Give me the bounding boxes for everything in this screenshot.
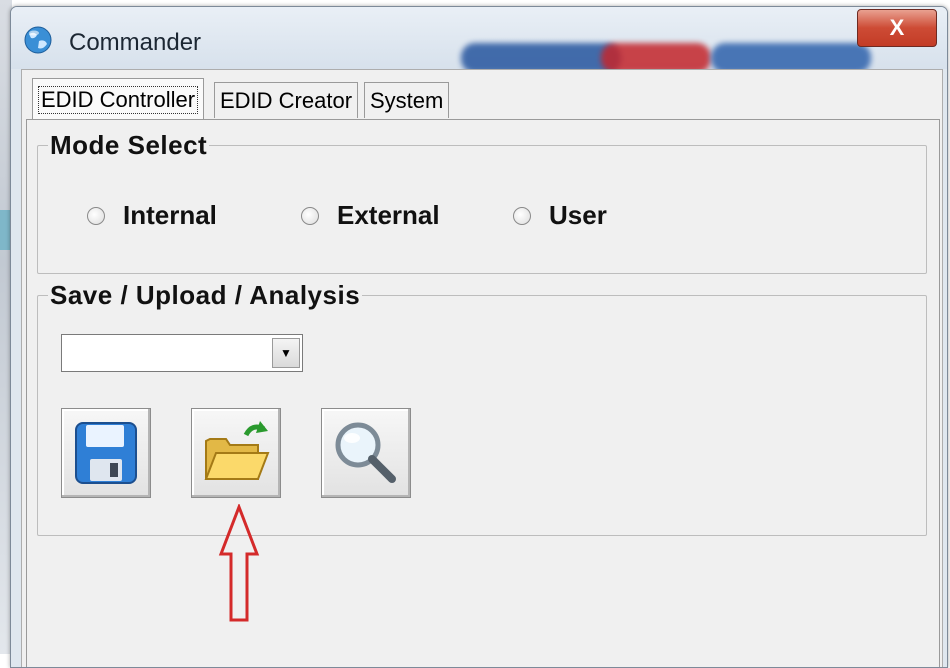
edid-select-dropdown[interactable]: ▼ [61, 334, 303, 372]
save-upload-group: Save / Upload / Analysis [37, 280, 927, 536]
radio-circle[interactable] [301, 206, 319, 225]
tab-label: System [370, 87, 444, 113]
tab-label: EDID Controller [38, 85, 199, 114]
commander-window: Commander X EDID Controller EDID Creator… [10, 6, 948, 668]
upload-button[interactable] [191, 408, 281, 498]
magnifier-icon [335, 422, 396, 483]
analysis-button[interactable] [321, 408, 411, 498]
chevron-down-icon[interactable]: ▼ [272, 338, 300, 368]
globe-icon [24, 26, 52, 54]
radio-label: Internal [123, 200, 217, 230]
tab-edid-controller[interactable]: EDID Controller [32, 78, 205, 120]
radio-internal[interactable]: Internal [87, 200, 217, 231]
red-up-arrow-icon [218, 504, 260, 622]
close-button[interactable]: X [857, 9, 937, 47]
radio-circle[interactable] [513, 206, 531, 225]
client-area: EDID Controller EDID Creator System Mode… [21, 69, 943, 667]
radio-label: External [337, 200, 440, 230]
radio-user[interactable]: User [513, 200, 607, 231]
tab-system[interactable]: System [364, 82, 450, 118]
save-upload-legend: Save / Upload / Analysis [50, 280, 361, 310]
tab-label: EDID Creator [220, 87, 353, 113]
tab-edid-creator[interactable]: EDID Creator [214, 82, 359, 118]
radio-label: User [549, 200, 607, 230]
open-folder-icon [204, 421, 270, 480]
radio-circle[interactable] [87, 206, 105, 225]
mode-select-legend: Mode Select [50, 130, 208, 160]
title-bar[interactable]: Commander X [11, 7, 947, 73]
save-button[interactable] [61, 408, 151, 498]
save-icon [75, 422, 137, 484]
tab-panel-edid-controller: Mode Select Internal External User Save … [26, 119, 940, 667]
radio-external[interactable]: External [301, 200, 440, 231]
window-title: Commander [69, 29, 202, 56]
